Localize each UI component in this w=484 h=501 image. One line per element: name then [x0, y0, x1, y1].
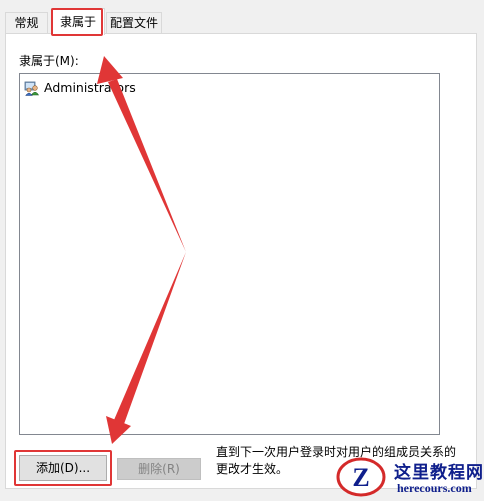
watermark-logo-icon: Z [336, 457, 386, 497]
watermark-url: herecours.com [397, 481, 472, 495]
watermark-title: 这里教程网 [394, 463, 484, 483]
arrow-head-top [97, 56, 123, 84]
annotation-arrows [97, 56, 186, 444]
arrow-to-add [114, 252, 186, 424]
arrow-to-tab [108, 79, 186, 252]
svg-text:Z: Z [352, 463, 369, 492]
tab-highlight-box [51, 8, 103, 36]
tab-member-of[interactable]: 隶属于 [51, 8, 105, 36]
